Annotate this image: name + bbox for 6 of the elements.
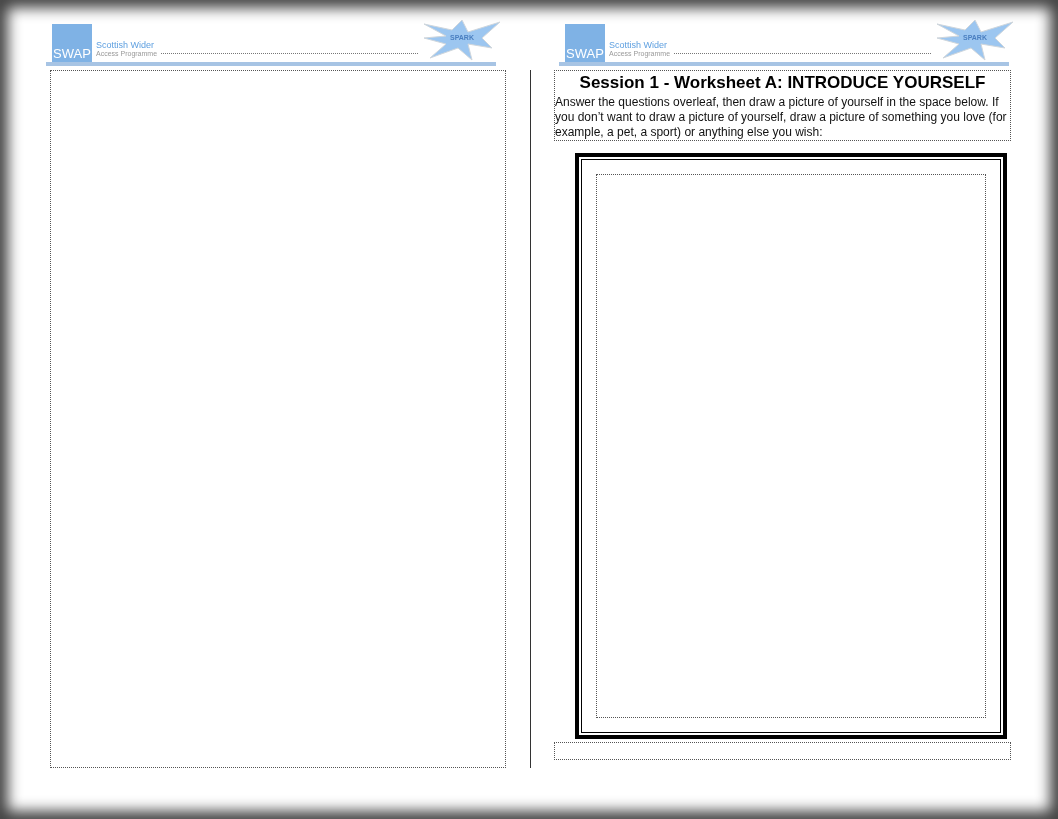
logo-text: SWAP: [566, 47, 604, 60]
instructions-text: Answer the questions overleaf, then draw a picture of yourself in the space below. If you don’t want to draw a picture of yourself, draw a picture of something you love (for example, a pet, a sport) or anything else you wish:: [555, 95, 1008, 140]
org-name: Scottish Wider: [609, 40, 669, 50]
worksheet-title: Session 1 - Worksheet A: INTRODUCE YOURSELF: [578, 72, 987, 94]
logo-text: SWAP: [53, 47, 91, 60]
org-name: Scottish Wider: [96, 40, 156, 50]
